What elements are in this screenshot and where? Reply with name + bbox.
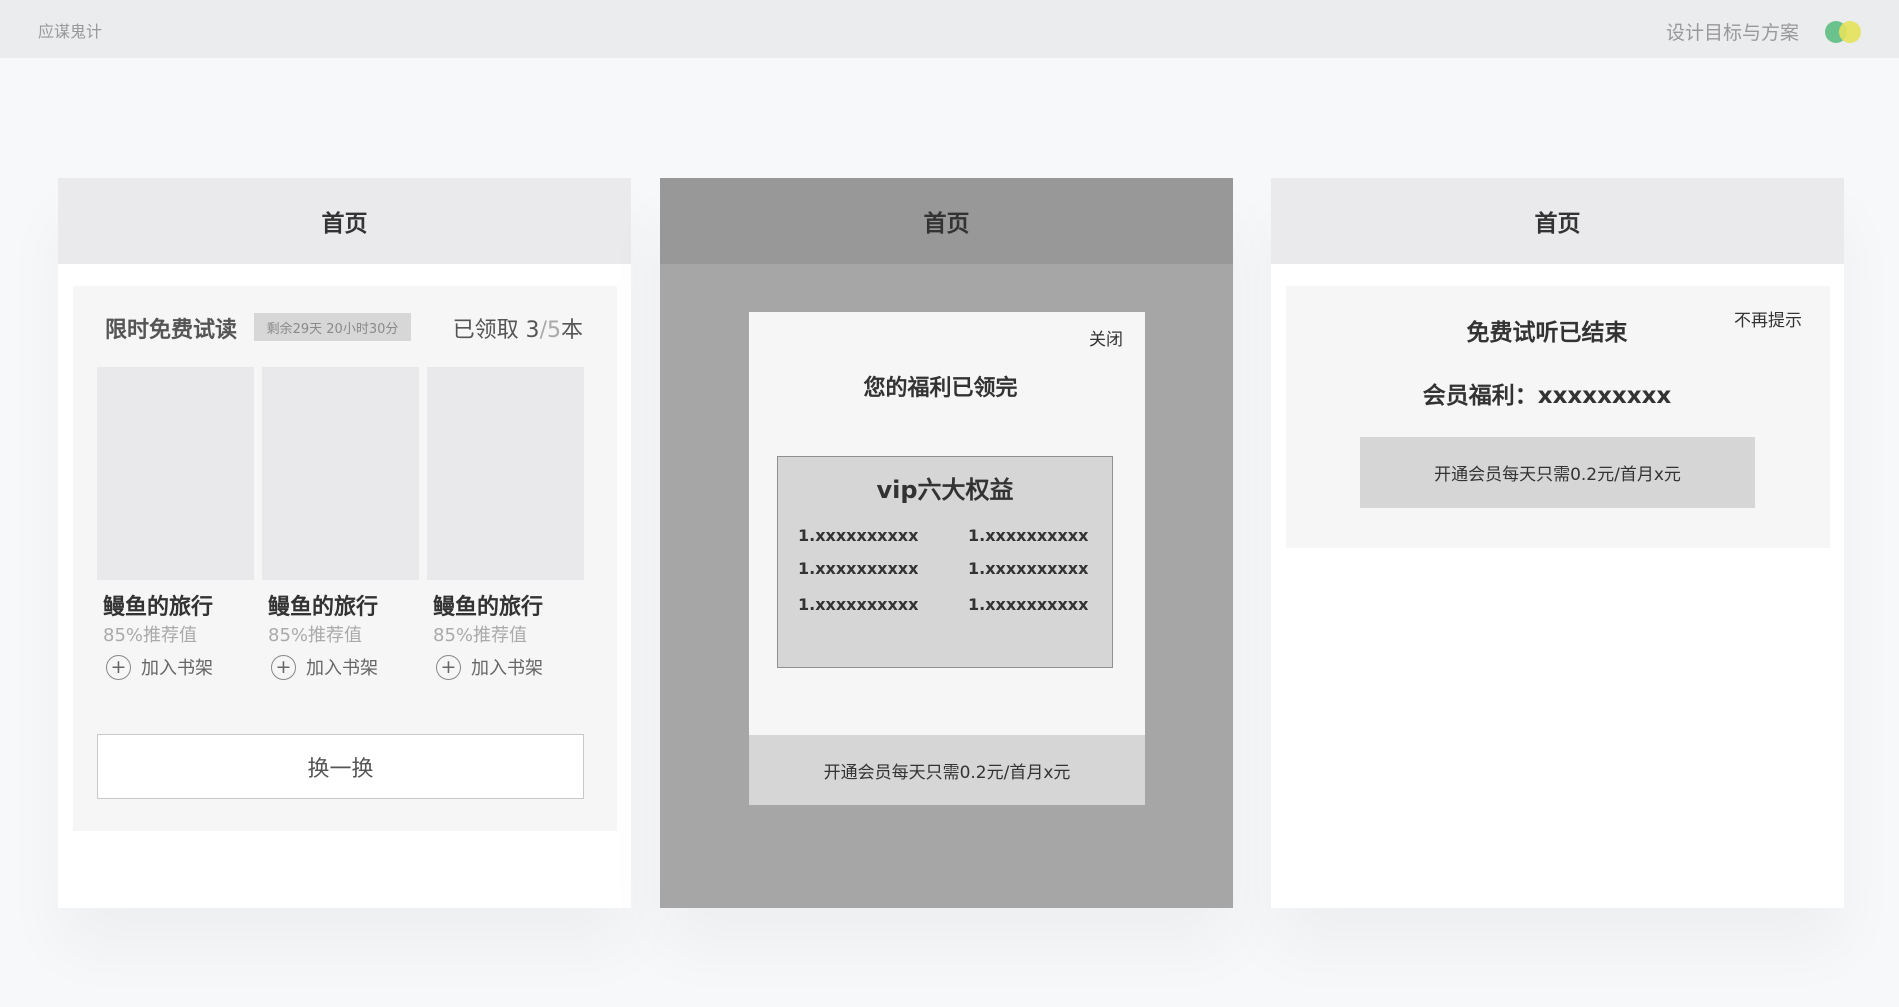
logo-icon (1825, 21, 1863, 43)
book-cover[interactable] (97, 367, 254, 580)
book-name: 鳗鱼的旅行 (103, 595, 214, 620)
book-score: 85%推荐值 (433, 625, 528, 646)
section-title: 限时免费试读 (105, 318, 238, 343)
benefit-modal: 关闭 您的福利已领完 vip六大权益 1.xxxxxxxxxx 1.xxxxxx… (749, 312, 1145, 805)
vip-benefit-item: 1.xxxxxxxxxx (798, 526, 919, 545)
claimed-count: 已领取 3/5本 (453, 312, 583, 344)
panel-header: 首页 (1271, 178, 1844, 264)
modal-close-button[interactable]: 关闭 (1089, 325, 1123, 350)
brand-name: 应谋鬼计 (38, 22, 103, 41)
open-membership-button[interactable]: 开通会员每天只需0.2元/首月x元 (1360, 437, 1755, 508)
plus-circle-icon: + (271, 654, 296, 680)
home-panel-benefit-modal: 首页 关闭 您的福利已领完 vip六大权益 1.xxxxxxxxxx 1.xxx… (660, 178, 1233, 908)
modal-title: 您的福利已领完 (863, 376, 1018, 401)
claimed-total: /5 (539, 318, 561, 343)
page-title: 设计目标与方案 (1665, 22, 1799, 44)
vip-benefits-box: vip六大权益 1.xxxxxxxxxx 1.xxxxxxxxxx 1.xxxx… (777, 456, 1113, 668)
panel-header: 首页 (660, 178, 1233, 264)
add-to-shelf-button[interactable]: + 加入书架 (106, 654, 213, 680)
book-item[interactable]: 鳗鱼的旅行 85%推荐值 + 加入书架 (97, 367, 254, 680)
add-to-shelf-button[interactable]: + 加入书架 (436, 654, 543, 680)
vip-benefits-title: vip六大权益 (876, 476, 1014, 504)
swap-button[interactable]: 换一换 (97, 734, 584, 799)
logo-dot-yellow (1839, 21, 1861, 43)
book-name: 鳗鱼的旅行 (433, 595, 544, 620)
book-item[interactable]: 鳗鱼的旅行 85%推荐值 + 加入书架 (427, 367, 584, 680)
vip-benefit-item: 1.xxxxxxxxxx (968, 559, 1089, 578)
open-membership-button[interactable]: 开通会员每天只需0.2元/首月x元 (749, 735, 1145, 805)
add-to-shelf-label: 加入书架 (306, 658, 378, 679)
book-name: 鳗鱼的旅行 (268, 595, 379, 620)
member-benefit-text: 会员福利：xxxxxxxxx (1422, 383, 1672, 409)
book-score: 85%推荐值 (103, 625, 198, 646)
panel-header: 首页 (58, 178, 631, 264)
vip-benefit-item: 1.xxxxxxxxxx (968, 595, 1089, 614)
book-cover[interactable] (427, 367, 584, 580)
countdown-badge: 剩余29天 20小时30分 (254, 313, 411, 341)
book-item[interactable]: 鳗鱼的旅行 85%推荐值 + 加入书架 (262, 367, 419, 680)
claimed-prefix: 已领取 3 (452, 318, 540, 343)
top-bar: 应谋鬼计 设计目标与方案 (0, 0, 1899, 58)
vip-benefit-item: 1.xxxxxxxxxx (798, 595, 919, 614)
add-to-shelf-label: 加入书架 (141, 658, 213, 679)
add-to-shelf-button[interactable]: + 加入书架 (271, 654, 378, 680)
book-cover[interactable] (262, 367, 419, 580)
vip-benefit-item: 1.xxxxxxxxxx (798, 559, 919, 578)
book-score: 85%推荐值 (268, 625, 363, 646)
add-to-shelf-label: 加入书架 (471, 658, 543, 679)
plus-circle-icon: + (436, 654, 461, 680)
home-panel-trial-ended: 首页 不再提示 免费试听已结束 会员福利：xxxxxxxxx 开通会员每天只需0… (1271, 178, 1844, 908)
vip-benefit-item: 1.xxxxxxxxxx (968, 526, 1089, 545)
plus-circle-icon: + (106, 654, 131, 680)
home-panel-free-trial: 首页 限时免费试读 剩余29天 20小时30分 已领取 3/5本 鳗鱼的旅行 8… (58, 178, 631, 908)
claimed-suffix: 本 (560, 318, 583, 343)
free-trial-card: 限时免费试读 剩余29天 20小时30分 已领取 3/5本 鳗鱼的旅行 85%推… (73, 286, 617, 831)
trial-ended-title: 免费试听已结束 (1466, 320, 1628, 346)
trial-ended-card: 不再提示 免费试听已结束 会员福利：xxxxxxxxx 开通会员每天只需0.2元… (1286, 286, 1830, 548)
